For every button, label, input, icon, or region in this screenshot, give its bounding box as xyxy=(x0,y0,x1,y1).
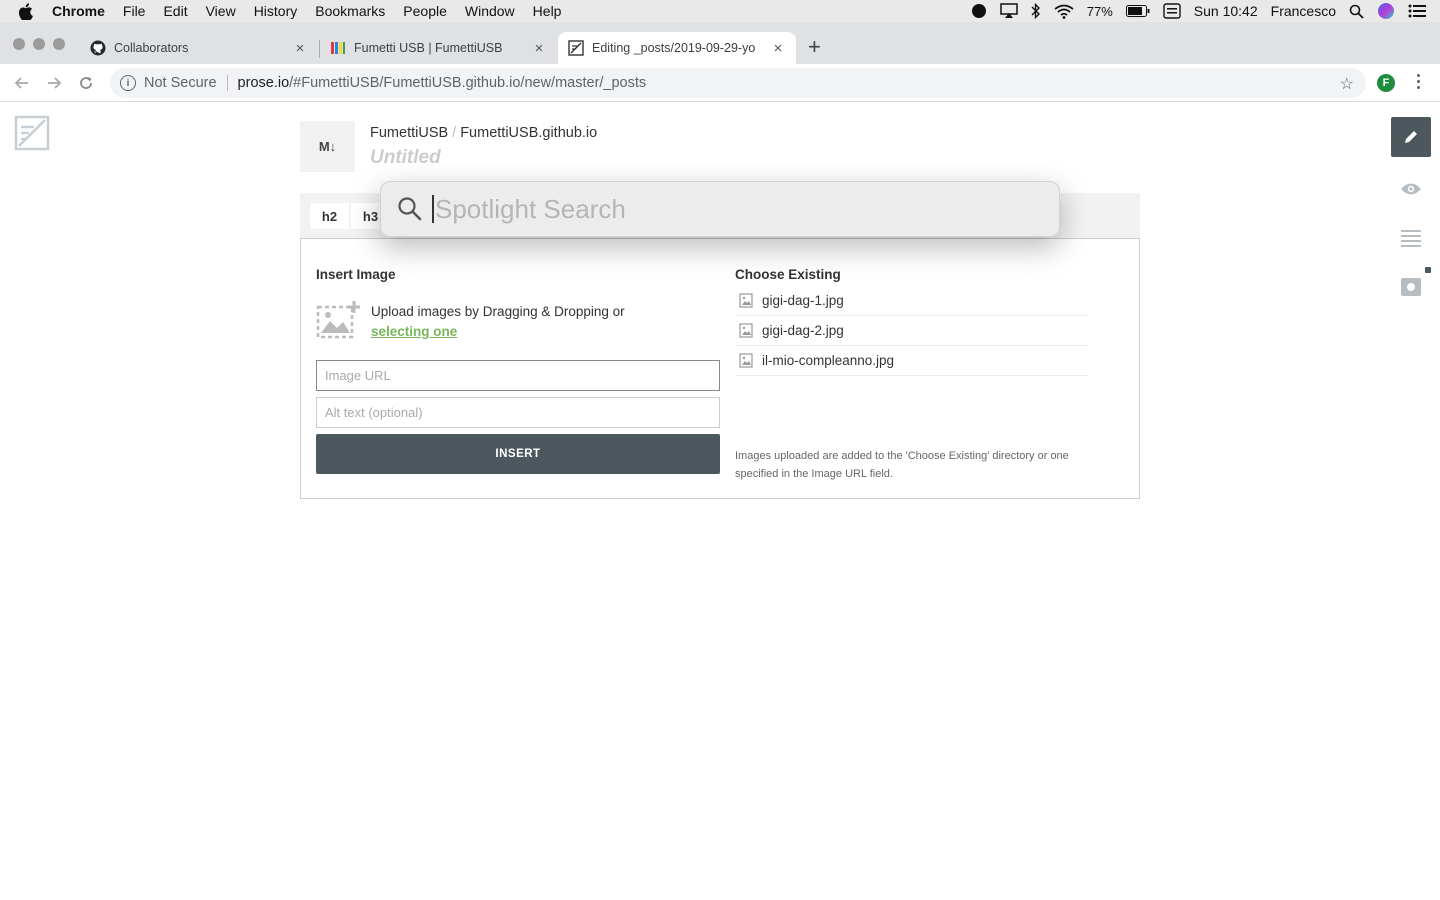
menu-view[interactable]: View xyxy=(206,3,236,19)
settings-list-button[interactable] xyxy=(1391,218,1431,258)
breadcrumb-separator: / xyxy=(452,125,457,141)
address-separator xyxy=(226,75,228,91)
tab-close-icon[interactable]: × xyxy=(531,40,547,57)
bluetooth-icon[interactable] xyxy=(1031,0,1041,22)
url-host: prose.io xyxy=(237,75,290,91)
file-name: gigi-dag-1.jpg xyxy=(762,293,844,308)
apple-icon[interactable] xyxy=(18,0,36,22)
image-url-input[interactable] xyxy=(316,360,720,391)
status-menus: 77% Sun 10:42 Francesco xyxy=(971,0,1426,22)
do-not-disturb-icon[interactable] xyxy=(971,0,987,22)
edit-pencil-button[interactable] xyxy=(1391,117,1431,157)
tab-title: Editing _posts/2019-09-29-yo xyxy=(592,41,756,55)
back-arrow-icon[interactable] xyxy=(12,73,32,93)
image-upload-icon xyxy=(316,299,362,342)
image-file-icon xyxy=(739,323,753,338)
reload-icon[interactable] xyxy=(76,73,96,93)
choose-existing-heading: Choose Existing xyxy=(735,267,841,282)
tab-fumetti-usb[interactable]: Fumetti USB | FumettiUSB × xyxy=(320,32,557,64)
notification-center-icon[interactable] xyxy=(1408,0,1426,22)
profile-avatar[interactable]: F xyxy=(1377,74,1395,92)
preview-button[interactable] xyxy=(1391,169,1431,209)
list-icon xyxy=(1401,230,1421,247)
spotlight-menu-icon[interactable] xyxy=(1349,0,1364,22)
zoom-window-button[interactable] xyxy=(53,38,65,50)
spotlight-search-bar[interactable]: Spotlight Search xyxy=(380,181,1060,237)
tab-strip: Collaborators × Fumetti USB | FumettiUSB… xyxy=(0,22,1440,64)
prose-favicon xyxy=(568,40,584,56)
macos-menu-bar: Chrome File Edit View History Bookmarks … xyxy=(0,0,1440,22)
search-icon xyxy=(398,197,422,221)
close-window-button[interactable] xyxy=(13,38,25,50)
input-menu-icon[interactable] xyxy=(1163,0,1181,22)
siri-icon[interactable] xyxy=(1377,0,1395,22)
insert-image-heading: Insert Image xyxy=(316,267,396,282)
h2-button[interactable]: h2 xyxy=(310,203,349,229)
image-file-icon xyxy=(739,293,753,308)
image-file-icon xyxy=(739,353,753,368)
spotlight-search-input[interactable]: Spotlight Search xyxy=(435,194,626,225)
insert-image-dialog: Insert Image Upload images by Dragging &… xyxy=(300,238,1140,499)
info-icon[interactable]: i xyxy=(120,75,136,91)
menu-clock[interactable]: Sun 10:42 xyxy=(1194,3,1258,19)
pencil-icon xyxy=(1405,131,1417,143)
file-name: gigi-dag-2.jpg xyxy=(762,323,844,338)
address-bar[interactable]: i Not Secure prose.io/#FumettiUSB/Fumett… xyxy=(110,68,1366,98)
tab-editing-post[interactable]: Editing _posts/2019-09-29-yo × xyxy=(558,32,796,64)
list-item[interactable]: il-mio-compleanno.jpg xyxy=(736,346,1088,376)
browser-toolbar: i Not Secure prose.io/#FumettiUSB/Fumett… xyxy=(0,64,1440,102)
file-name: il-mio-compleanno.jpg xyxy=(762,353,895,368)
upload-text: Upload images by Dragging & Dropping or xyxy=(371,304,625,319)
security-label[interactable]: Not Secure xyxy=(144,75,217,91)
menu-user-name[interactable]: Francesco xyxy=(1271,3,1336,19)
airplay-icon[interactable] xyxy=(1000,0,1018,22)
menu-help[interactable]: Help xyxy=(533,3,562,19)
tab-close-icon[interactable]: × xyxy=(292,40,308,57)
menu-history[interactable]: History xyxy=(254,3,298,19)
tab-title: Fumetti USB | FumettiUSB xyxy=(354,41,503,55)
upload-instructions: Upload images by Dragging & Dropping or … xyxy=(371,302,625,342)
breadcrumb-repo[interactable]: FumettiUSB.github.io xyxy=(460,125,597,141)
list-item[interactable]: gigi-dag-2.jpg xyxy=(736,316,1088,346)
new-tab-button[interactable]: + xyxy=(808,36,821,58)
menu-window[interactable]: Window xyxy=(465,3,515,19)
menu-bookmarks[interactable]: Bookmarks xyxy=(315,3,385,19)
battery-percent: 77% xyxy=(1086,3,1113,19)
chrome-menu-icon[interactable] xyxy=(1413,74,1423,94)
document-title[interactable]: Untitled xyxy=(370,147,441,169)
forward-arrow-icon[interactable] xyxy=(44,73,64,93)
insert-button[interactable]: INSERT xyxy=(316,434,720,474)
bookmark-star-icon[interactable]: ☆ xyxy=(1340,74,1354,94)
alt-text-input[interactable] xyxy=(316,397,720,428)
eye-icon xyxy=(1401,183,1421,195)
url-path: /#FumettiUSB/FumettiUSB.github.io/new/ma… xyxy=(289,75,647,91)
markdown-file-icon: M↓ xyxy=(300,121,355,172)
tab-close-icon[interactable]: × xyxy=(770,40,786,57)
select-file-link[interactable]: selecting one xyxy=(371,324,457,339)
existing-images-list: gigi-dag-1.jpg gigi-dag-2.jpg il-mio-com… xyxy=(736,286,1088,376)
text-cursor xyxy=(432,195,434,223)
menu-file[interactable]: File xyxy=(123,3,146,19)
menu-app-name[interactable]: Chrome xyxy=(52,3,105,19)
github-icon xyxy=(90,40,106,56)
save-icon xyxy=(1401,278,1421,296)
breadcrumb: FumettiUSB / FumettiUSB.github.io xyxy=(370,125,597,141)
menu-edit[interactable]: Edit xyxy=(163,3,187,19)
battery-icon[interactable] xyxy=(1125,0,1150,22)
breadcrumb-owner[interactable]: FumettiUSB xyxy=(370,125,448,141)
tab-collaborators[interactable]: Collaborators × xyxy=(80,32,318,64)
minimize-window-button[interactable] xyxy=(33,38,45,50)
menu-people[interactable]: People xyxy=(403,3,447,19)
upload-note: Images uploaded are added to the 'Choose… xyxy=(735,450,1069,480)
list-item[interactable]: gigi-dag-1.jpg xyxy=(736,286,1088,316)
unsaved-indicator xyxy=(1425,267,1431,273)
tab-title: Collaborators xyxy=(114,41,189,55)
fumetti-favicon xyxy=(330,40,346,56)
save-button[interactable] xyxy=(1391,267,1431,307)
wifi-icon[interactable] xyxy=(1054,0,1074,22)
prose-logo-icon[interactable] xyxy=(14,115,50,154)
